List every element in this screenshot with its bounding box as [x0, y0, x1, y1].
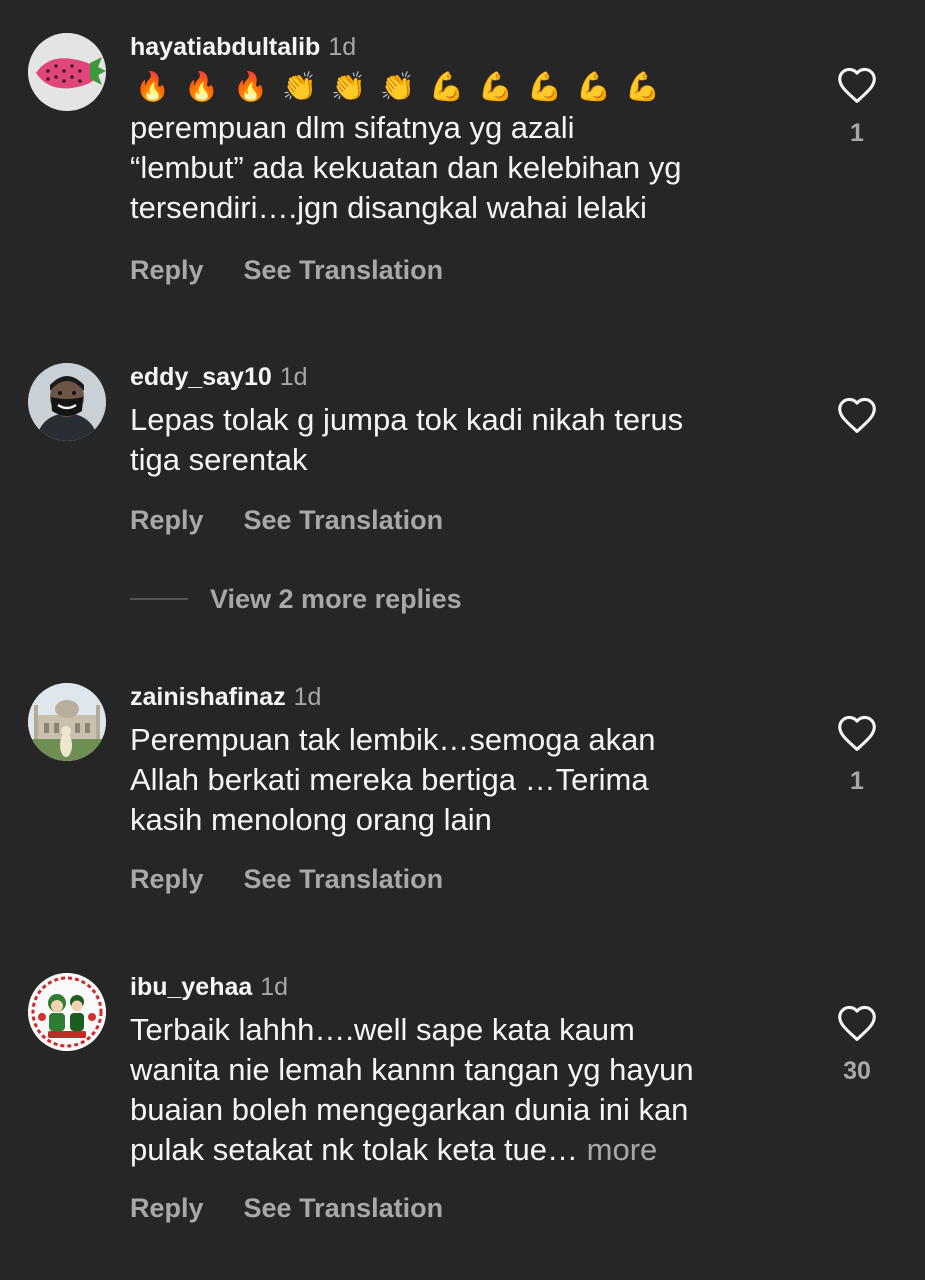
comment-text-line: “lembut” ada kekuatan dan kelebihan yg — [130, 150, 682, 185]
reply-divider — [130, 598, 188, 600]
heart-icon[interactable] — [836, 396, 878, 434]
see-translation-button[interactable]: See Translation — [244, 505, 444, 535]
fire-emoji: 🔥 — [184, 70, 219, 103]
comment-actions: Reply See Translation — [130, 864, 443, 895]
heart-icon[interactable] — [836, 1004, 878, 1042]
comment-text-fragment: pulak setakat nk tolak keta tue… — [130, 1132, 579, 1167]
view-more-replies-label: View 2 more replies — [210, 583, 462, 614]
timestamp: 1d — [279, 363, 308, 391]
username[interactable]: eddy_say10 — [130, 363, 272, 391]
comment-hayatiabdultalib: hayatiabdultalib 1d 🔥 🔥 🔥 👏 👏 👏 💪 💪 💪 💪 💪… — [0, 0, 925, 330]
clap-emoji: 👏 — [331, 70, 366, 103]
emoji-row: 🔥 🔥 🔥 👏 👏 👏 💪 💪 💪 💪 💪 — [130, 70, 810, 104]
like-count: 1 — [850, 767, 864, 795]
comment-text-line: perempuan dlm sifatnya yg azali — [130, 110, 575, 145]
comment-actions: Reply See Translation — [130, 255, 443, 286]
timestamp: 1d — [328, 33, 357, 61]
see-translation-button[interactable]: See Translation — [244, 1193, 444, 1223]
username[interactable]: zainishafinaz — [130, 683, 286, 711]
comment-text-line: pulak setakat nk tolak keta tue… more — [130, 1130, 810, 1170]
comment-header: hayatiabdultalib 1d — [130, 32, 810, 62]
fire-emoji: 🔥 — [135, 70, 170, 103]
muscle-emoji: 💪 — [625, 70, 660, 103]
comment-text-line: tersendiri….jgn disangkal wahai lelaki — [130, 190, 647, 225]
reply-button[interactable]: Reply — [130, 1193, 204, 1223]
like-column: 30 — [826, 1004, 888, 1086]
reply-button[interactable]: Reply — [130, 255, 204, 285]
see-translation-button[interactable]: See Translation — [244, 255, 444, 285]
reply-button[interactable]: Reply — [130, 505, 204, 535]
avatar[interactable] — [28, 683, 106, 761]
like-column: 1 — [826, 66, 888, 148]
comment-header: eddy_say10 1d — [130, 362, 810, 392]
muscle-emoji: 💪 — [527, 70, 562, 103]
mosque-photo-icon — [28, 683, 106, 761]
timestamp: 1d — [293, 683, 322, 711]
view-more-replies-button[interactable]: View 2 more replies — [130, 582, 462, 616]
muscle-emoji: 💪 — [576, 70, 611, 103]
comment-eddy_say10: eddy_say10 1d Lepas tolak g jumpa tok kad… — [0, 330, 925, 570]
avatar[interactable] — [28, 363, 106, 441]
username[interactable]: hayatiabdultalib — [130, 33, 320, 61]
clap-emoji: 👏 — [380, 70, 415, 103]
like-column — [826, 396, 888, 434]
strawberry-icon — [28, 33, 106, 111]
comment-text-line: tiga serentak — [130, 442, 308, 477]
timestamp: 1d — [260, 973, 289, 1001]
fire-emoji: 🔥 — [233, 70, 268, 103]
comment-zainishafinaz: zainishafinaz 1d Perempuan tak lembik…sem… — [0, 650, 925, 940]
like-column: 1 — [826, 714, 888, 796]
masked-person-icon — [28, 363, 106, 441]
comment-text-line: buaian boleh mengegarkan dunia ini kan — [130, 1092, 689, 1127]
like-count: 1 — [850, 119, 864, 147]
comment-text-line: wanita nie lemah kannn tangan yg hayun — [130, 1052, 694, 1087]
comment-text-line: Lepas tolak g jumpa tok kadi nikah terus — [130, 402, 684, 437]
reply-button[interactable]: Reply — [130, 864, 204, 894]
comment-header: ibu_yehaa 1d — [130, 972, 810, 1002]
clap-emoji: 👏 — [282, 70, 317, 103]
comment-header: zainishafinaz 1d — [130, 682, 810, 712]
avatar[interactable] — [28, 973, 106, 1051]
comment-text-line: kasih menolong orang lain — [130, 802, 492, 837]
avatar[interactable] — [28, 33, 106, 111]
heart-icon[interactable] — [836, 714, 878, 752]
cartoon-couple-icon — [28, 973, 106, 1051]
comment-ibu_yehaa: ibu_yehaa 1d Terbaik lahhh….well sape kat… — [0, 940, 925, 1280]
comment-actions: Reply See Translation — [130, 505, 443, 536]
comment-actions: Reply See Translation — [130, 1193, 443, 1224]
comment-text-line: Allah berkati mereka bertiga …Terima — [130, 762, 649, 797]
like-count: 30 — [843, 1057, 871, 1085]
username[interactable]: ibu_yehaa — [130, 973, 252, 1001]
heart-icon[interactable] — [836, 66, 878, 104]
more-link[interactable]: more — [587, 1132, 658, 1167]
muscle-emoji: 💪 — [429, 70, 464, 103]
comment-text-line: Perempuan tak lembik…semoga akan — [130, 722, 656, 757]
see-translation-button[interactable]: See Translation — [244, 864, 444, 894]
muscle-emoji: 💪 — [478, 70, 513, 103]
comment-text-line: Terbaik lahhh….well sape kata kaum — [130, 1012, 635, 1047]
